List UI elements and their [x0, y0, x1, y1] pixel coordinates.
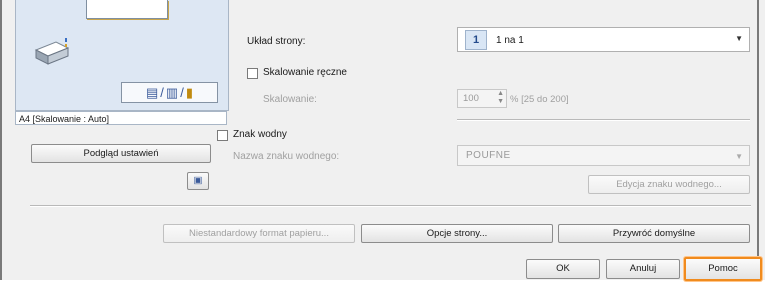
dialog-left-border — [0, 0, 2, 289]
layout-slash-icon: / — [160, 85, 164, 100]
manual-scaling-label: Skalowanie ręczne — [263, 67, 347, 78]
scaling-value: 100 — [463, 93, 479, 104]
watermark-value: POUFNE — [466, 150, 511, 161]
scaling-range-hint: % [25 do 200] — [510, 94, 569, 105]
layout-value: 1 na 1 — [496, 35, 524, 46]
watermark-select[interactable]: POUFNE ▼ — [457, 145, 750, 166]
main-divider — [30, 205, 751, 207]
outside-area — [0, 280, 765, 289]
custom-paper-size-button[interactable]: Niestandardowy format papieru... — [163, 224, 355, 243]
paper-stack-icon — [34, 38, 70, 65]
chevron-down-icon: ▼ — [735, 34, 743, 43]
edit-watermark-button[interactable]: Edycja znaku wodnego... — [588, 175, 750, 194]
layout-page-icon[interactable]: ▮ — [186, 85, 193, 101]
preview-settings-button[interactable]: Podgląd ustawień — [31, 144, 211, 163]
restore-defaults-button[interactable]: Przywróć domyślne — [558, 224, 750, 243]
section-divider — [457, 119, 750, 121]
page-layout-icon: 1 — [465, 30, 487, 50]
cancel-button[interactable]: Anuluj — [606, 259, 680, 279]
layout-toggle-icons[interactable]: ▤ / ▥ / ▮ — [121, 82, 218, 103]
watermark-name-label: Nazwa znaku wodnego: — [233, 151, 340, 162]
info-icon: ▣ — [193, 175, 203, 186]
page-options-button[interactable]: Opcje strony... — [361, 224, 553, 243]
layout-multi-icon[interactable]: ▤ — [146, 85, 158, 101]
preview-caption: A4 [Skalowanie : Auto] — [15, 111, 227, 125]
paper-preview — [86, 0, 168, 19]
layout-slash-icon-2: / — [180, 85, 184, 100]
dialog-right-border — [757, 0, 759, 289]
watermark-label: Znak wodny — [233, 129, 287, 140]
scaling-stepper[interactable]: 100 ▲ ▼ — [457, 89, 507, 108]
chevron-down-icon: ▼ — [735, 152, 743, 161]
stepper-arrows-icon[interactable]: ▲ ▼ — [497, 90, 504, 106]
layout-single-icon[interactable]: ▥ — [166, 85, 178, 101]
layout-label: Układ strony: — [247, 36, 306, 47]
manual-scaling-checkbox[interactable] — [247, 68, 258, 79]
help-button[interactable]: Pomoc — [684, 257, 762, 281]
watermark-checkbox[interactable] — [217, 130, 228, 141]
scaling-field-label: Skalowanie: — [263, 94, 317, 105]
ok-button[interactable]: OK — [526, 259, 600, 279]
settings-info-button[interactable]: ▣ — [187, 172, 209, 190]
